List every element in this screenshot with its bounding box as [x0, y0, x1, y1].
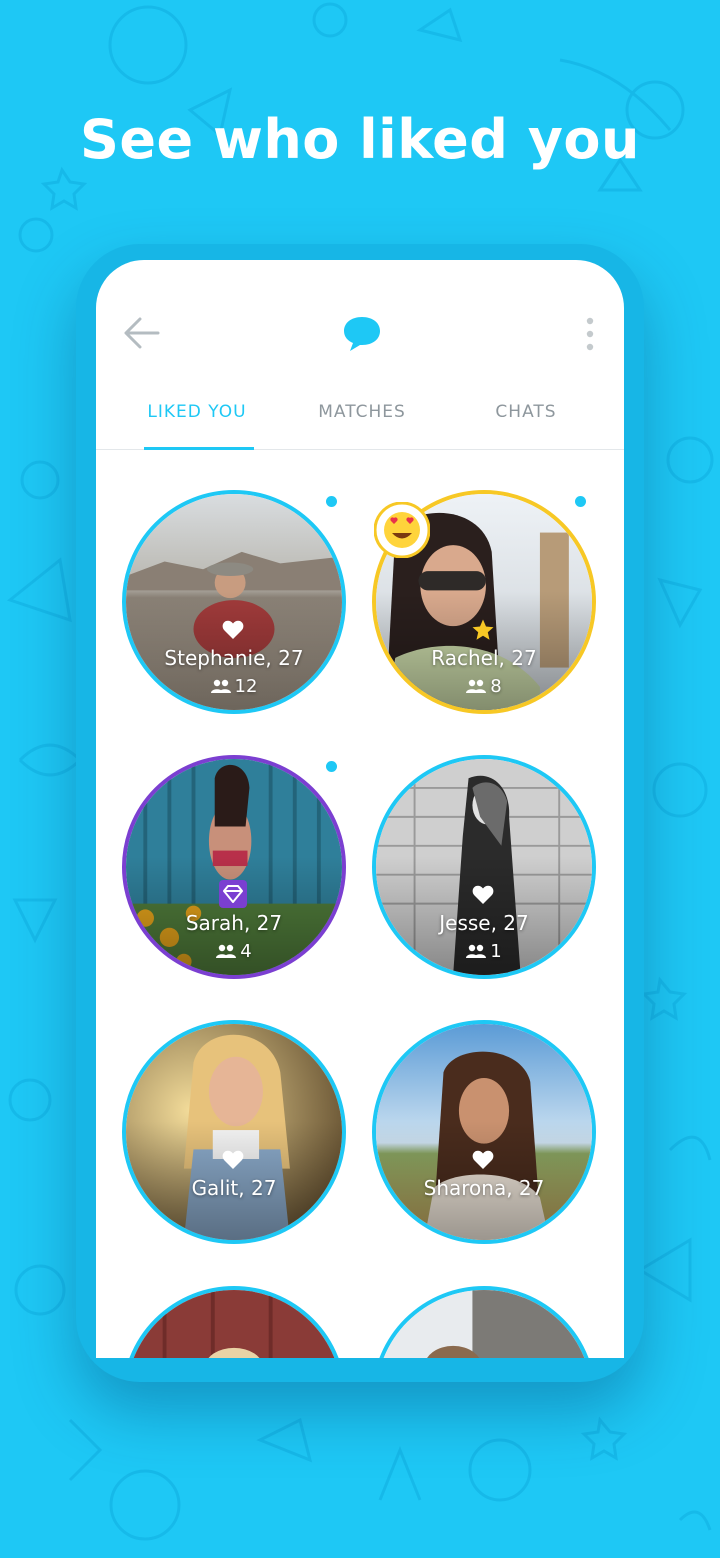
- avatar: [122, 1286, 346, 1358]
- new-like-dot: [326, 496, 337, 507]
- friends-icon: [216, 944, 237, 958]
- speech-bubble-icon: [344, 317, 380, 351]
- friends-icon: [466, 679, 487, 693]
- profile-photo: [376, 1290, 592, 1358]
- profile-name: Sarah, 27: [185, 911, 283, 935]
- new-like-dot: [575, 496, 586, 507]
- headline: See who liked you: [80, 108, 640, 171]
- mutual-friends-count: 1: [490, 941, 502, 962]
- heart-icon: [222, 1150, 244, 1169]
- tab-liked-you[interactable]: LIKED YOU: [132, 402, 262, 450]
- star-icon: [472, 619, 494, 640]
- profile-name: Jesse, 27: [439, 911, 529, 935]
- photo-shade: [126, 1024, 342, 1240]
- mutual-friends-count: 4: [240, 941, 252, 962]
- profile-card[interactable]: [122, 1286, 346, 1358]
- more-vertical-icon[interactable]: [582, 316, 598, 352]
- mutual-friends: 1: [372, 941, 596, 962]
- phone-screen: LIKED YOU MATCHES CHATS Stephanie, 27 12: [96, 260, 624, 1358]
- friends-icon: [210, 679, 231, 693]
- mutual-friends: 8: [372, 676, 596, 697]
- active-tab-indicator: [144, 447, 254, 450]
- profile-name: Galit, 27: [191, 1176, 277, 1200]
- heart-eyes-emoji-icon: [374, 502, 430, 558]
- profile-card[interactable]: Galit, 27: [122, 1020, 346, 1244]
- app-header: [96, 260, 624, 400]
- diamond-icon: [219, 880, 247, 908]
- heart-icon: [222, 620, 244, 639]
- avatar: [122, 1020, 346, 1244]
- profile-card[interactable]: Stephanie, 27 12: [122, 490, 346, 714]
- profile-card[interactable]: Jesse, 27 1: [372, 755, 596, 979]
- friends-icon: [466, 944, 487, 958]
- avatar: [372, 1286, 596, 1358]
- tab-chats[interactable]: CHATS: [464, 402, 588, 450]
- photo-shade: [376, 1024, 592, 1240]
- new-like-dot: [326, 761, 337, 772]
- arrow-left-icon[interactable]: [122, 316, 162, 350]
- mutual-friends-count: 8: [490, 676, 502, 697]
- heart-icon: [472, 885, 494, 904]
- profile-card[interactable]: [372, 1286, 596, 1358]
- profile-name: Stephanie, 27: [164, 646, 304, 670]
- profile-photo: [126, 1290, 342, 1358]
- profile-card[interactable]: Rachel, 27 8: [372, 490, 596, 714]
- mutual-friends: 12: [122, 676, 346, 697]
- tab-matches[interactable]: MATCHES: [296, 402, 428, 450]
- mutual-friends-count: 12: [234, 676, 258, 697]
- mutual-friends: 4: [122, 941, 346, 962]
- heart-icon: [472, 1150, 494, 1169]
- tab-bar: LIKED YOU MATCHES CHATS: [96, 390, 624, 450]
- profile-name: Rachel, 27: [431, 646, 537, 670]
- profile-card[interactable]: Sharona, 27: [372, 1020, 596, 1244]
- avatar: [372, 1020, 596, 1244]
- profile-card[interactable]: Sarah, 27 4: [122, 755, 346, 979]
- profile-name: Sharona, 27: [423, 1176, 545, 1200]
